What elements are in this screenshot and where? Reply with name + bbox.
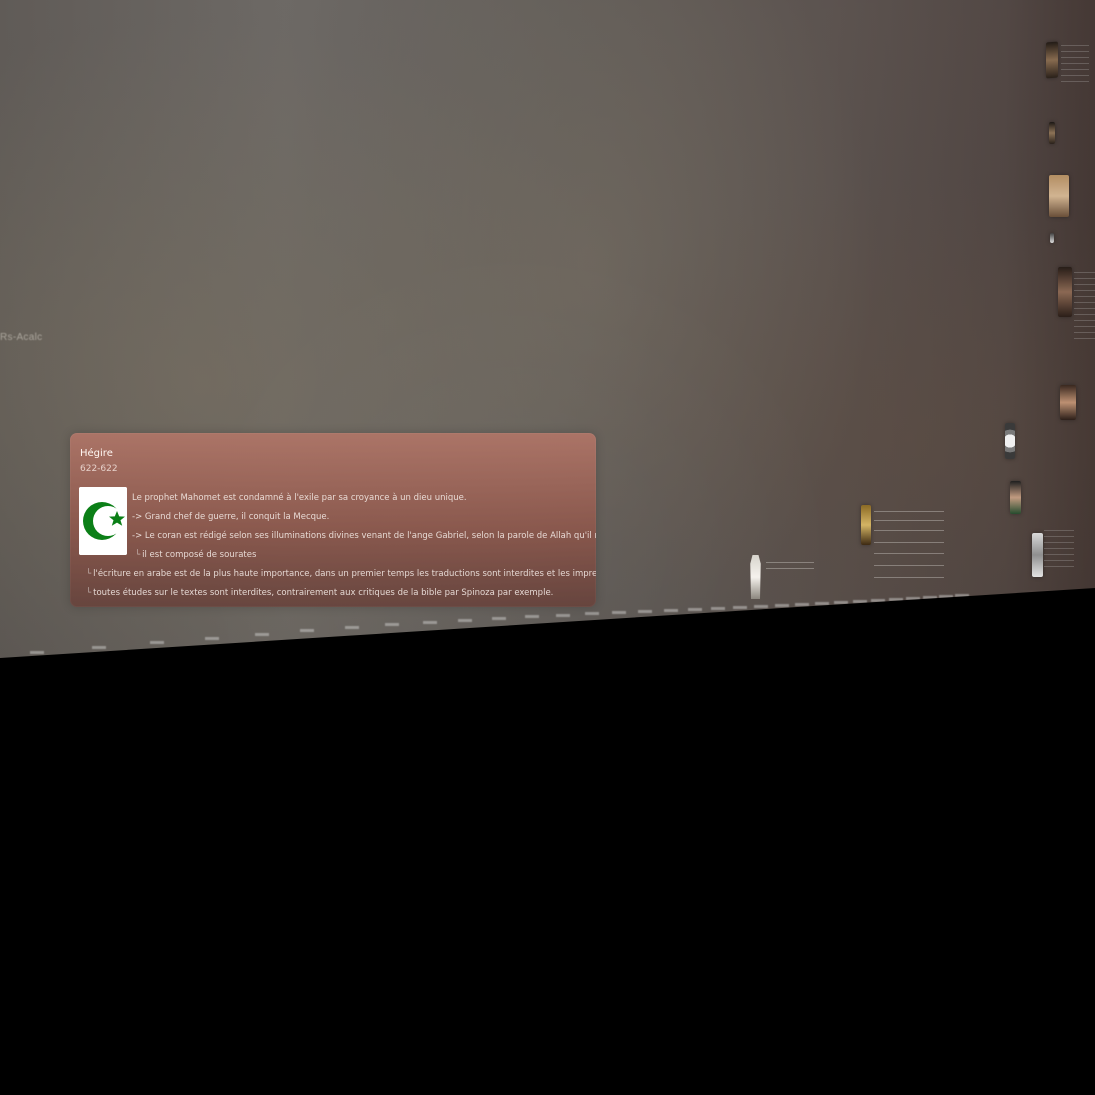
- event-line-2: -> Grand chef de guerre, il conquit la M…: [132, 512, 330, 522]
- blurred-left-label: Rs-Acalc: [0, 332, 43, 343]
- event-line-5: └ l'écriture en arabe est de la plus haut…: [86, 569, 596, 579]
- thumbnail-top-right-1[interactable]: [1046, 41, 1058, 79]
- thumbnail-portrait-right-2[interactable]: [1060, 385, 1076, 420]
- text-fragment-top-right-1: [1061, 45, 1089, 85]
- crescent-star-icon: [79, 487, 127, 555]
- thumbnail-small-round[interactable]: [1005, 423, 1015, 459]
- timeline-scene: Rs-Acalc Hégire 622-622 Le prophet Mahom…: [0, 0, 1095, 1095]
- thumbnail-top-right-3[interactable]: [1049, 175, 1069, 217]
- thumbnail-small-portrait[interactable]: [1010, 481, 1021, 514]
- thumbnail-top-right-4[interactable]: [1050, 233, 1054, 243]
- text-fragment-right-3: [1044, 530, 1074, 572]
- thumbnail-bottom-right[interactable]: [1032, 533, 1043, 577]
- mini-event-mid-right: [874, 508, 944, 598]
- thumbnail-portrait-right-1[interactable]: [1058, 267, 1072, 317]
- event-date-range: 622-622: [80, 464, 118, 474]
- event-line-1: Le prophet Mahomet est condamné à l'exil…: [132, 493, 467, 503]
- thumbnail-top-right-2[interactable]: [1049, 122, 1055, 144]
- event-line-3: -> Le coran est rédigé selon ses illumin…: [132, 531, 596, 541]
- mini-event-vase: [766, 559, 814, 577]
- event-card-hegire[interactable]: Hégire 622-622 Le prophet Mahomet est co…: [70, 433, 596, 607]
- event-title: Hégire: [80, 448, 113, 459]
- event-line-4: └ il est composé de sourates: [135, 550, 257, 560]
- event-line-6: └ toutes études sur le textes sont interd…: [86, 588, 554, 598]
- text-fragment-right-2: [1074, 272, 1095, 342]
- thumbnail-mid-right[interactable]: [861, 505, 871, 545]
